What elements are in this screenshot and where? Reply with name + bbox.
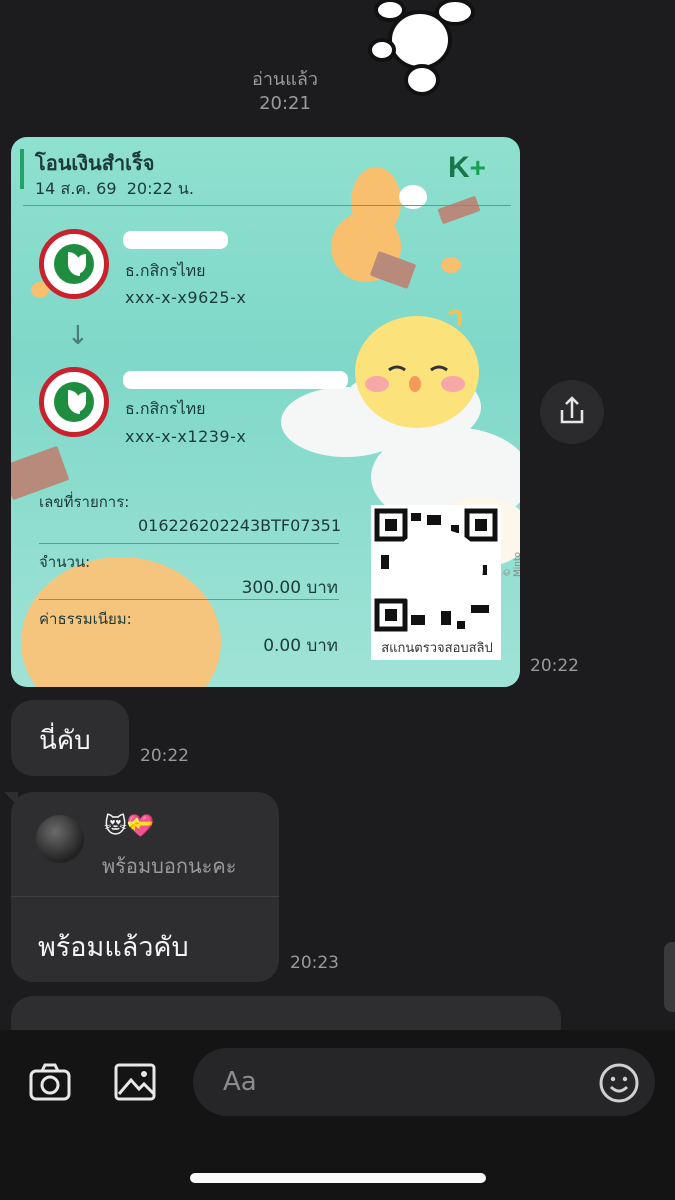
amount-label: จำนวน:: [39, 553, 91, 571]
reply-divider: [11, 896, 279, 897]
kplus-logo: K+: [448, 151, 486, 185]
share-button[interactable]: [540, 380, 604, 444]
message-timestamp: 20:23: [290, 953, 339, 973]
home-indicator[interactable]: [190, 1173, 486, 1183]
sticker-character: [368, 0, 475, 96]
message-bubble[interactable]: นี่คับ: [11, 700, 129, 776]
quoted-message-text: พร้อมบอกนะคะ: [102, 854, 237, 878]
receiver-account: xxx-x-x1239-x: [125, 427, 247, 446]
sender-account: xxx-x-x9625-x: [125, 288, 247, 307]
kplus-k: K: [448, 151, 470, 184]
fee-value: 0.00 บาท: [263, 636, 338, 656]
message-text: พร้อมแล้วคับ: [38, 932, 189, 963]
kbank-logo-icon: [39, 229, 109, 299]
slip-accent-bar: [20, 149, 24, 189]
field-divider: [39, 543, 339, 544]
slip-timestamp: 20:22: [530, 656, 579, 676]
fee-label: ค่าธรรมเนียม:: [39, 610, 132, 628]
redacted-sender-name: [123, 231, 228, 249]
chick-character: [355, 309, 479, 428]
slip-divider: [23, 205, 511, 206]
amount-value: 300.00 บาท: [241, 578, 338, 598]
image-icon[interactable]: [113, 1060, 157, 1104]
share-icon: [560, 396, 584, 424]
message-timestamp: 20:22: [140, 746, 189, 766]
qr-caption: สแกนตรวจสอบสลิป: [381, 641, 493, 656]
transfer-slip-image[interactable]: โอนเงินสำเร็จ 14 ส.ค. 69 20:22 น. K+ ธ.ก…: [11, 137, 520, 687]
ref-label: เลขที่รายการ:: [39, 493, 130, 511]
money-note: [369, 250, 417, 290]
slip-title: โอนเงินสำเร็จ: [35, 151, 155, 175]
message-input[interactable]: [193, 1048, 655, 1116]
redacted-receiver-name: [123, 371, 348, 389]
kplus-plus: +: [469, 152, 487, 183]
scroll-handle[interactable]: [664, 942, 675, 1012]
slip-time: 20:22 น.: [126, 179, 194, 198]
read-time: 20:21: [259, 93, 311, 114]
orange-blob: [351, 167, 401, 237]
slip-datetime: 14 ส.ค. 69 20:22 น.: [35, 177, 194, 202]
orange-blob: [441, 257, 461, 273]
read-receipt: อ่านแล้ว 20:21: [230, 68, 340, 116]
receiver-bank: ธ.กสิกรไทย: [125, 399, 206, 418]
camera-icon[interactable]: [28, 1060, 72, 1104]
ref-value: 016226202243BTF07351: [138, 516, 342, 535]
kbank-logo-icon: [39, 367, 109, 437]
field-divider: [39, 599, 339, 600]
sender-bank: ธ.กสิกรไทย: [125, 261, 206, 280]
slip-date: 14 ส.ค. 69: [35, 179, 117, 198]
down-arrow-icon: ↓: [67, 321, 89, 351]
copyright-text: © Minto Inc.: [503, 551, 520, 577]
quoted-emoji: 😻💝: [104, 814, 155, 839]
money-note: [437, 195, 481, 225]
message-text: นี่คับ: [39, 726, 91, 756]
emoji-icon[interactable]: [598, 1062, 640, 1104]
avatar[interactable]: [36, 815, 84, 863]
read-label: อ่านแล้ว: [252, 69, 318, 90]
